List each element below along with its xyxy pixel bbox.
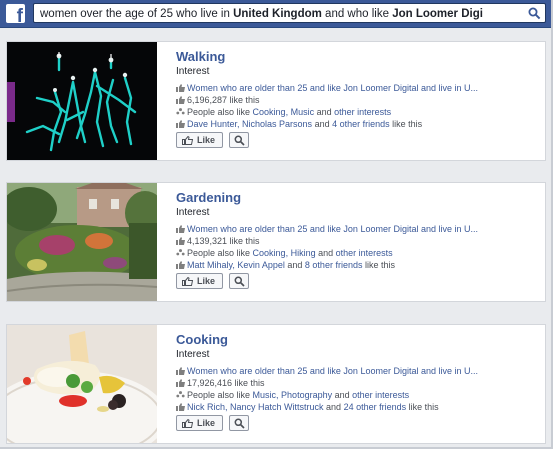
result-like-count: 4,139,321 like this	[187, 236, 260, 246]
result-friends-line: Matt Mihaly, Kevin Appel and 8 other fri…	[176, 260, 536, 271]
like-button-label: Like	[197, 135, 216, 145]
like-button[interactable]: Like	[176, 273, 223, 289]
also-like-prefix: People also like	[187, 390, 253, 400]
also-like-prefix: People also like	[187, 107, 253, 117]
friends-mid: and	[323, 402, 344, 412]
result-title[interactable]: Cooking	[176, 332, 228, 347]
search-query-location: United Kingdom	[233, 8, 322, 20]
result-friends-line: Nick Rich, Nancy Hatch Wittstruck and 24…	[176, 402, 536, 413]
also-like-links[interactable]: Cooking, Music	[253, 107, 315, 117]
result-like-count: 6,196,287 like this	[187, 95, 260, 105]
also-like-links[interactable]: Cooking, Hiking	[253, 248, 316, 258]
friends-suffix: like this	[389, 119, 423, 129]
result-context-text[interactable]: Women who are older than 25 and like Jon…	[187, 83, 478, 93]
thumbs-up-icon	[176, 403, 185, 411]
like-button[interactable]: Like	[176, 415, 223, 431]
result-category: Interest	[176, 66, 210, 77]
result-thumbnail-cooking[interactable]	[7, 325, 157, 443]
people-icon	[176, 249, 185, 256]
thumbs-up-icon	[176, 84, 185, 92]
result-friends-line: Dave Hunter, Nicholas Parsons and 4 othe…	[176, 119, 536, 130]
result-also-like-line: People also like Cooking, Music and othe…	[176, 107, 536, 118]
result-also-like-line: People also like Music, Photography and …	[176, 390, 536, 401]
result-title[interactable]: Gardening	[176, 190, 241, 205]
friends-names[interactable]: Matt Mihaly, Kevin Appel	[187, 260, 285, 270]
result-card-gardening: Gardening Interest Women who are older t…	[6, 182, 546, 302]
also-like-mid: and	[314, 107, 335, 117]
search-query[interactable]: women over the age of 25 who live in Uni…	[40, 7, 525, 21]
thumbs-up-icon	[176, 237, 185, 245]
thumbs-up-icon	[176, 225, 185, 233]
friends-count[interactable]: 8 other friends	[305, 260, 363, 270]
magnifier-icon	[234, 135, 245, 146]
also-like-mid: and	[315, 248, 336, 258]
search-query-page: Jon Loomer Digi	[392, 8, 483, 20]
thumbs-up-icon	[182, 277, 193, 286]
thumbs-up-icon	[176, 96, 185, 104]
result-context-text[interactable]: Women who are older than 25 and like Jon…	[187, 224, 478, 234]
result-like-count: 17,926,416 like this	[187, 378, 265, 388]
also-like-other-interests[interactable]: other interests	[352, 390, 409, 400]
friends-suffix: like this	[406, 402, 439, 412]
also-like-mid: and	[332, 390, 353, 400]
friends-mid: and	[312, 119, 333, 129]
search-within-button[interactable]	[229, 415, 249, 431]
facebook-logo-icon[interactable]: f	[6, 4, 25, 26]
like-button[interactable]: Like	[176, 132, 223, 148]
thumbs-up-icon	[182, 136, 193, 145]
result-likes-line: 6,196,287 like this	[176, 95, 536, 106]
people-icon	[176, 391, 185, 398]
friends-names[interactable]: Dave Hunter, Nicholas Parsons	[187, 119, 312, 129]
graph-search-bar[interactable]: women over the age of 25 who live in Uni…	[33, 3, 546, 23]
result-category: Interest	[176, 207, 210, 218]
search-icon[interactable]	[528, 7, 541, 20]
also-like-other-interests[interactable]: other interests	[336, 248, 393, 258]
search-within-button[interactable]	[229, 273, 249, 289]
top-bar: f women over the age of 25 who live in U…	[0, 0, 551, 28]
search-within-button[interactable]	[229, 132, 249, 148]
result-likes-line: 17,926,416 like this	[176, 378, 536, 389]
like-button-label: Like	[197, 276, 216, 286]
result-context-line: Women who are older than 25 and like Jon…	[176, 224, 536, 235]
thumbs-up-icon	[176, 367, 185, 375]
result-likes-line: 4,139,321 like this	[176, 236, 536, 247]
thumbs-up-icon	[176, 261, 185, 269]
thumbs-up-icon	[176, 120, 185, 128]
thumbs-up-icon	[176, 379, 185, 387]
result-category: Interest	[176, 349, 210, 360]
like-button-label: Like	[197, 418, 216, 428]
search-query-prefix: women over the age of 25 who live in	[40, 8, 234, 20]
magnifier-icon	[234, 276, 245, 287]
result-context-line: Women who are older than 25 and like Jon…	[176, 83, 536, 94]
friends-count[interactable]: 24 other friends	[344, 402, 407, 412]
browser-frame: f women over the age of 25 who live in U…	[0, 0, 553, 449]
result-card-walking: Walking Interest Women who are older tha…	[6, 41, 546, 161]
also-like-links[interactable]: Music, Photography	[253, 390, 333, 400]
result-thumbnail-gardening[interactable]	[7, 183, 157, 301]
result-title[interactable]: Walking	[176, 49, 225, 64]
friends-names[interactable]: Nick Rich, Nancy Hatch Wittstruck	[187, 402, 324, 412]
result-card-cooking: Cooking Interest Women who are older tha…	[6, 324, 546, 444]
friends-suffix: like this	[362, 260, 395, 270]
result-thumbnail-walking[interactable]	[7, 42, 157, 160]
result-context-line: Women who are older than 25 and like Jon…	[176, 366, 536, 377]
also-like-other-interests[interactable]: other interests	[334, 107, 391, 117]
search-query-middle: and who like	[321, 8, 393, 20]
people-icon	[176, 108, 185, 115]
magnifier-icon	[234, 418, 245, 429]
result-also-like-line: People also like Cooking, Hiking and oth…	[176, 248, 536, 259]
also-like-prefix: People also like	[187, 248, 253, 258]
friends-mid: and	[284, 260, 305, 270]
thumbs-up-icon	[182, 419, 193, 428]
result-context-text[interactable]: Women who are older than 25 and like Jon…	[187, 366, 478, 376]
friends-count[interactable]: 4 other friends	[332, 119, 390, 129]
